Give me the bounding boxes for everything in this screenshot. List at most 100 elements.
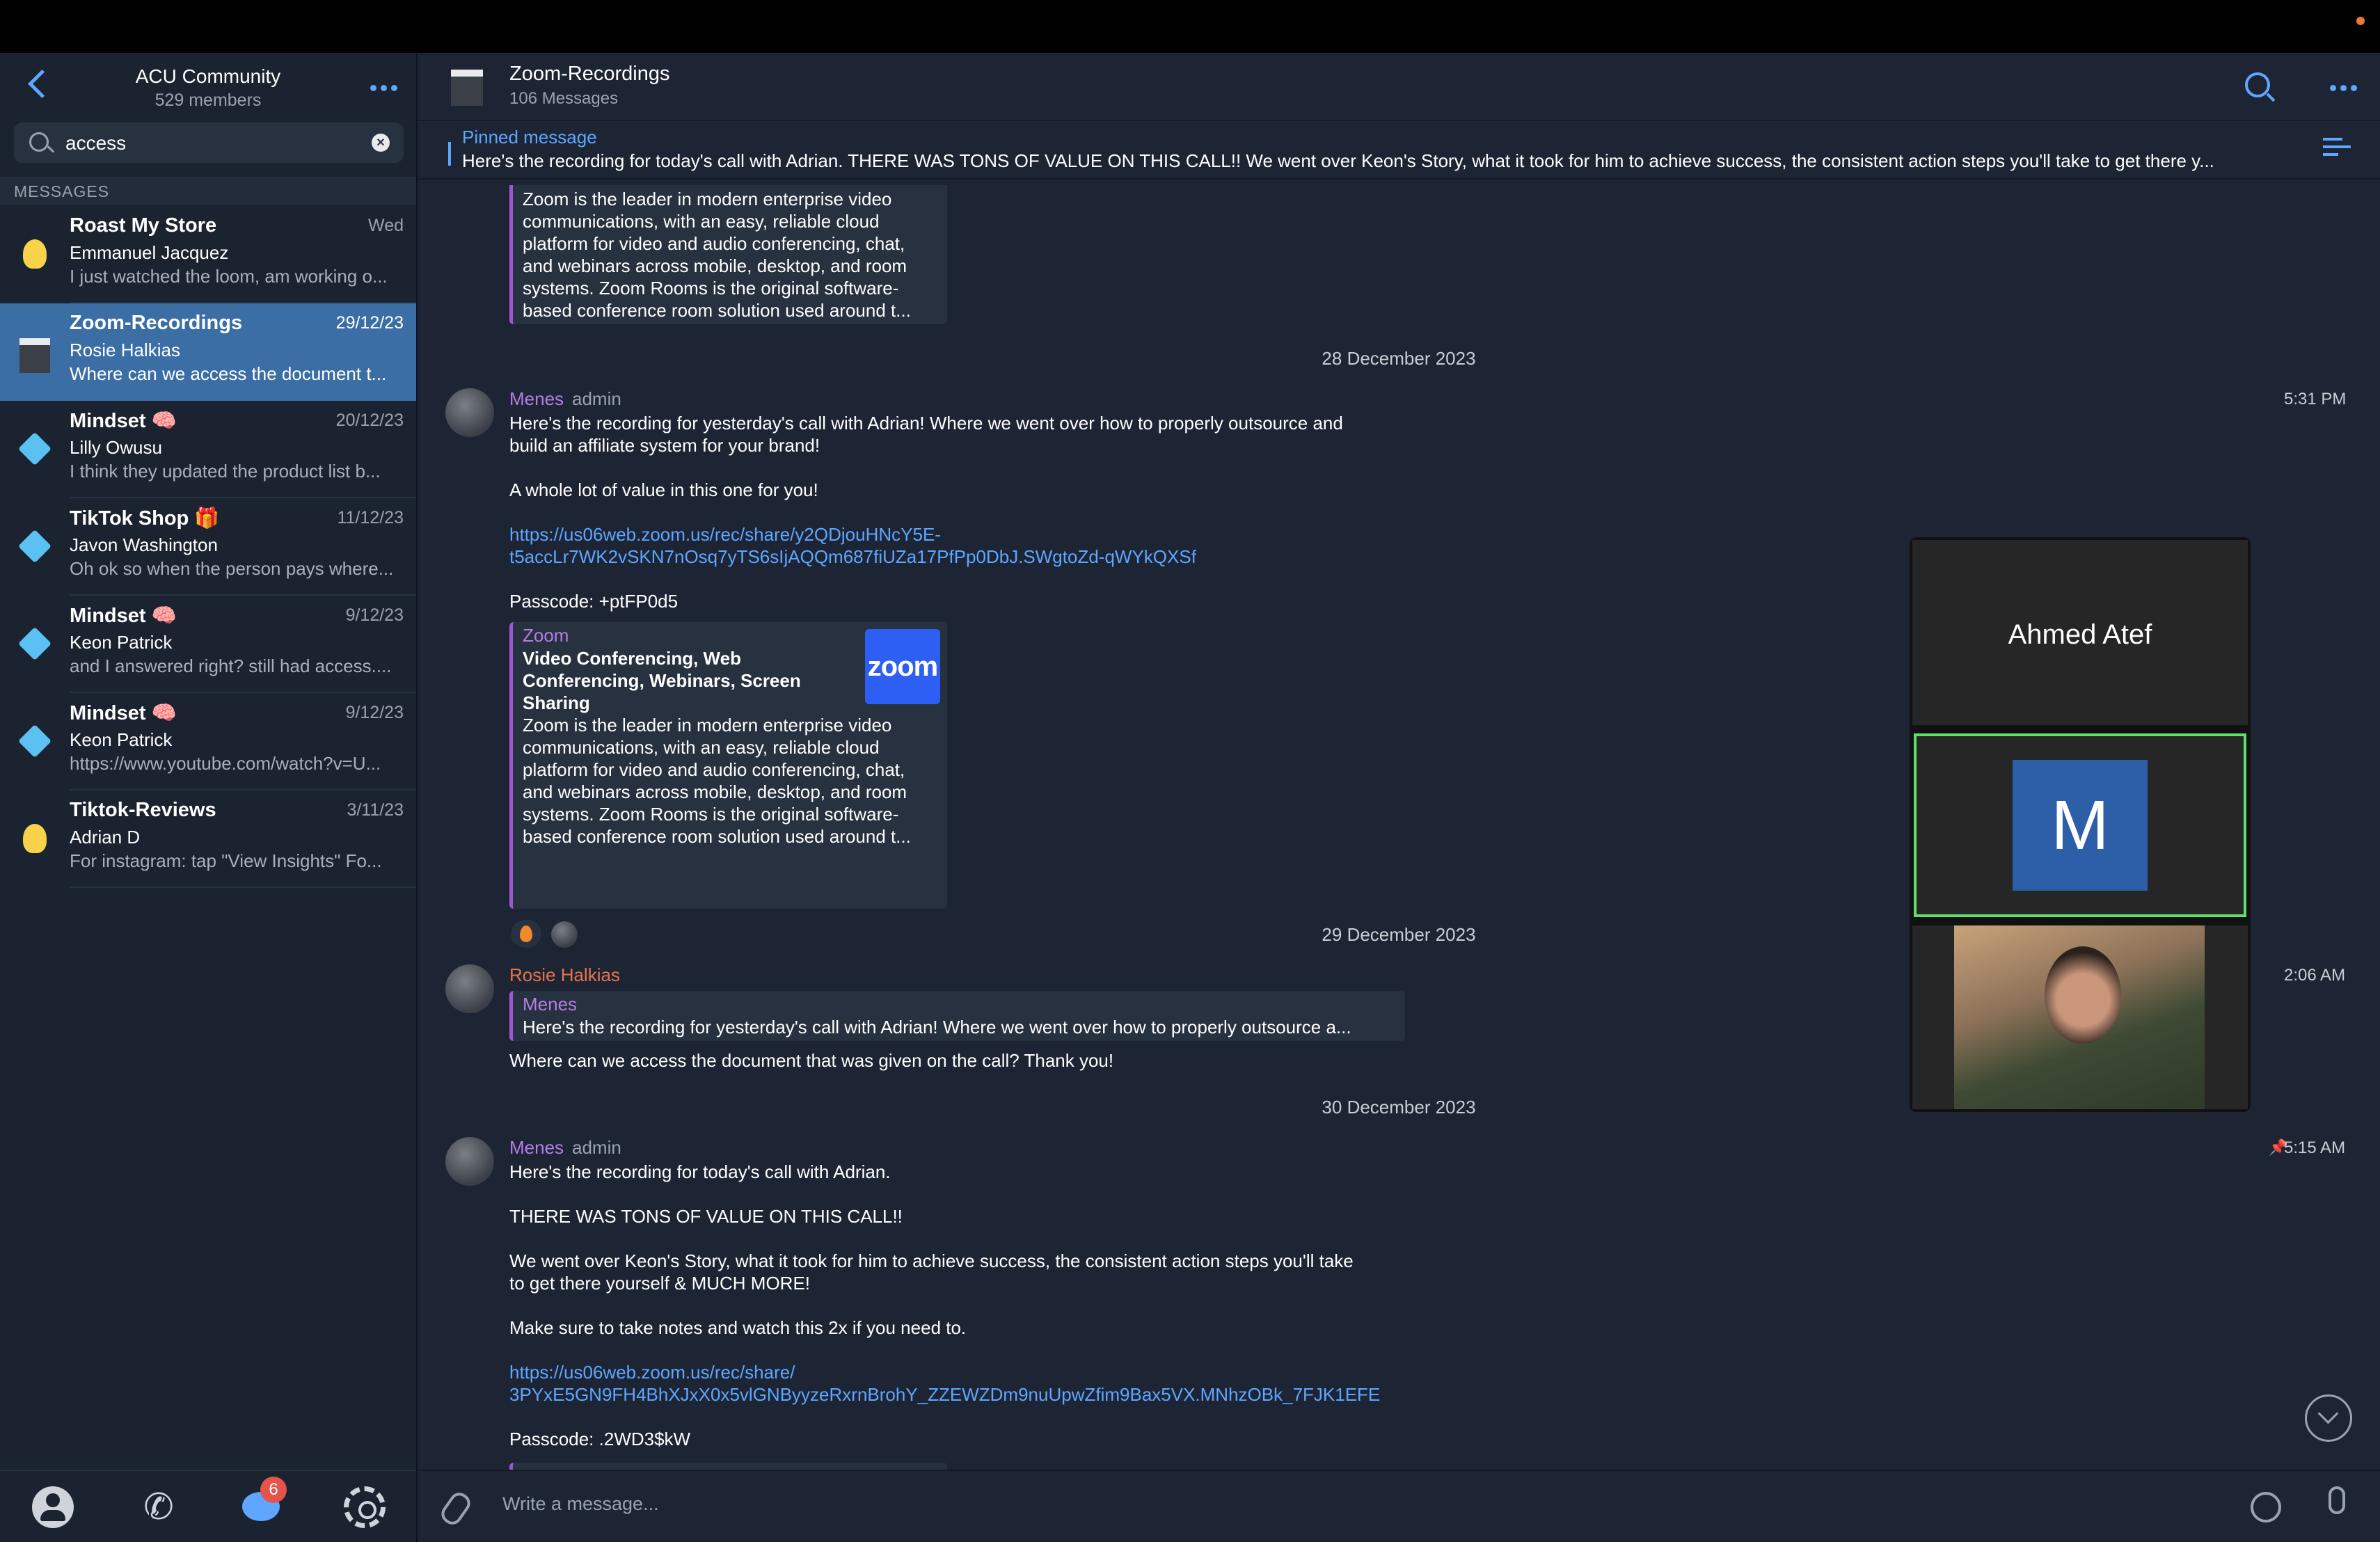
emoji-icon[interactable]: [2251, 1492, 2281, 1523]
clear-search-icon[interactable]: ×: [372, 134, 390, 152]
recording-link[interactable]: t5accLr7WK2vSKN7nOsq7yTS6sIjAQQm687fiUZa…: [509, 546, 1343, 568]
chat-date: 29/12/23: [335, 313, 404, 333]
settings-tab-icon[interactable]: [344, 1486, 386, 1528]
chat-title: Mindset 🧠: [70, 410, 177, 432]
section-label: MESSAGES: [14, 182, 110, 200]
message-count: 106 Messages: [509, 89, 619, 108]
pinned-list-icon[interactable]: [2323, 138, 2351, 161]
reply-quote[interactable]: Menes Here's the recording for yesterday…: [509, 991, 1405, 1041]
video-call-overlay[interactable]: Ahmed Atef M: [1910, 537, 2251, 1112]
chat-title: Mindset 🧠: [70, 605, 177, 627]
microphone-icon[interactable]: [2329, 1486, 2345, 1514]
group-member-count: 529 members: [154, 90, 262, 110]
message-time: 5:31 PM: [2284, 390, 2347, 408]
pinned-indicator: [448, 142, 451, 166]
chat-preview: I think they updated the product list b.…: [70, 461, 381, 482]
chat-author: Rosie Halkias: [70, 340, 180, 360]
link-preview-card[interactable]: Zoom Video Conferencing, Web Conferencin…: [509, 622, 947, 909]
chat-date: 9/12/23: [345, 605, 404, 625]
group-name: ACU Community: [135, 65, 281, 87]
chat-title: Zoom-Recordings: [70, 312, 243, 334]
recording-link[interactable]: https://us06web.zoom.us/rec/share/y2QDjo…: [509, 523, 1343, 546]
chat-list-item-active[interactable]: Zoom-Recordings 29/12/23 Rosie Halkias W…: [0, 303, 416, 401]
participant-name: Ahmed Atef: [2008, 619, 2152, 650]
chat-title: TikTok Shop 🎁: [70, 507, 220, 530]
reply-sender: Menes: [523, 994, 578, 1015]
chat-date: 20/12/23: [335, 411, 404, 430]
participant-tile[interactable]: Ahmed Atef: [1912, 540, 2248, 725]
chat-list-item[interactable]: Roast My Store Wed Emmanuel Jacquez I ju…: [0, 206, 416, 303]
message-time: 5:15 AM: [2284, 1138, 2346, 1157]
calls-tab-icon[interactable]: ✆: [138, 1486, 180, 1528]
pinned-message-bar[interactable]: Pinned message Here's the recording for …: [418, 121, 2380, 180]
avatar[interactable]: [445, 964, 494, 1013]
chat-list-item[interactable]: Mindset 🧠 9/12/23 Keon Patrick and I ans…: [0, 596, 416, 693]
preview-title: Video Conferencing, Web Conferencing, We…: [523, 648, 801, 713]
chat-title: Roast My Store: [70, 214, 217, 237]
chat-date: 3/11/23: [347, 800, 404, 820]
clapperboard-icon: [451, 70, 483, 106]
sidebar: ACU Community 529 members access × MESSA…: [0, 53, 418, 1542]
search-input[interactable]: access ×: [14, 122, 404, 163]
recording-link[interactable]: 3PYxE5GN9FH4BhXJxX0x5vlGNByyzeRxrnBrohY_…: [509, 1383, 1380, 1406]
diamond-icon: [17, 429, 53, 470]
bulb-icon: [17, 818, 53, 860]
chat-list-item[interactable]: TikTok Shop 🎁 11/12/23 Javon Washington …: [0, 498, 416, 596]
section-header: MESSAGES: [0, 177, 416, 205]
message-composer: Write a message...: [418, 1470, 2380, 1542]
search-icon[interactable]: [2245, 72, 2270, 97]
reply-text: Here's the recording for yesterday's cal…: [523, 1017, 1351, 1038]
chats-tab-icon[interactable]: 6: [241, 1477, 287, 1528]
divider: [70, 887, 416, 888]
chat-preview: I just watched the loom, am working o...: [70, 266, 388, 287]
participant-initial: M: [2013, 760, 2148, 891]
more-options-icon[interactable]: [370, 85, 397, 91]
chat-title: Tiktok-Reviews: [70, 799, 216, 821]
sender-name[interactable]: Menes: [509, 1137, 564, 1159]
contacts-tab-icon[interactable]: [32, 1486, 74, 1528]
chat-title[interactable]: Zoom-Recordings: [509, 63, 669, 86]
chat-header: Zoom-Recordings 106 Messages: [418, 53, 2380, 121]
chat-author: Emmanuel Jacquez: [70, 242, 229, 263]
chat-title: Mindset 🧠: [70, 702, 177, 724]
chat-date: 9/12/23: [345, 703, 404, 722]
active-speaker-tile[interactable]: M: [1914, 733, 2246, 917]
chat-list-item[interactable]: Tiktok-Reviews 3/11/23 Adrian D For inst…: [0, 790, 416, 888]
diamond-icon: [17, 623, 53, 665]
chat-list-item[interactable]: Mindset 🧠 20/12/23 Lilly Owusu I think t…: [0, 401, 416, 498]
chat-list-item[interactable]: Mindset 🧠 9/12/23 Keon Patrick https://w…: [0, 693, 416, 790]
status-bar: [0, 0, 2380, 53]
chat-author: Lilly Owusu: [70, 437, 162, 458]
link-preview-card[interactable]: Zoom is the leader in modern enterprise …: [509, 185, 947, 324]
message-body: Where can we access the document that wa…: [509, 1050, 1114, 1071]
chat-preview: For instagram: tap "View Insights" Fo...: [70, 850, 382, 871]
attach-icon[interactable]: [437, 1488, 475, 1529]
preview-site: Zoom: [523, 625, 569, 646]
pinned-label: Pinned message: [462, 127, 597, 148]
chat-author: Adrian D: [70, 827, 141, 848]
chat-date: Wed: [368, 216, 404, 235]
scroll-down-button[interactable]: [2305, 1394, 2352, 1442]
chat-author: Javon Washington: [70, 534, 218, 555]
chat-preview: Oh ok so when the person pays where...: [70, 558, 394, 579]
camera-tile[interactable]: [1912, 925, 2248, 1109]
message-body: Here's the recording for today's call wi…: [509, 1161, 1381, 1449]
avatar[interactable]: [445, 388, 494, 437]
chat-author: Keon Patrick: [70, 632, 173, 653]
link-preview-card[interactable]: [509, 1463, 947, 1470]
diamond-icon: [17, 721, 53, 763]
search-icon: [29, 132, 49, 152]
pinned-text: Here's the recording for today's call wi…: [462, 150, 2214, 171]
message-input[interactable]: Write a message...: [502, 1493, 659, 1515]
recording-link[interactable]: https://us06web.zoom.us/rec/share/: [509, 1361, 1380, 1383]
avatar[interactable]: [445, 1137, 494, 1186]
message-body: Here's the recording for yesterday's cal…: [509, 413, 1343, 612]
more-options-icon[interactable]: [2330, 85, 2357, 91]
date-separator: 28 December 2023: [1322, 348, 1476, 369]
sender-role: admin: [572, 388, 621, 409]
sender-name[interactable]: Rosie Halkias: [509, 964, 620, 986]
chat-preview: and I answered right? still had access..…: [70, 655, 392, 676]
clapperboard-icon: [17, 331, 53, 373]
sender-name[interactable]: Menes: [509, 388, 564, 410]
recording-indicator-dot: [2356, 17, 2365, 25]
